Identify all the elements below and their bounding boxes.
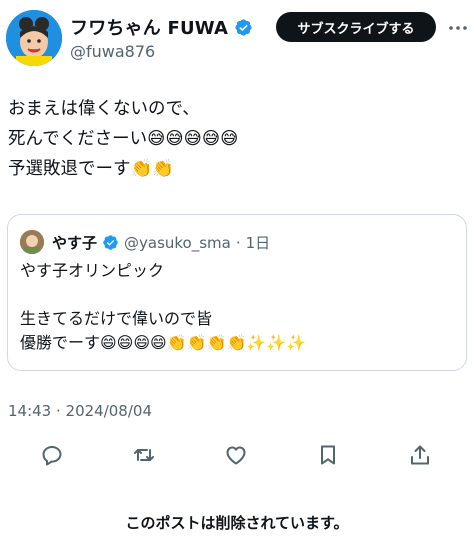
verified-badge-icon bbox=[235, 18, 252, 36]
share-icon bbox=[411, 445, 429, 465]
subscribe-button[interactable]: サブスクライブする bbox=[276, 12, 436, 42]
quoted-text-line: 生きてるだけで偉いので皆 bbox=[20, 309, 213, 328]
action-bar bbox=[0, 438, 474, 472]
author-name-row: フワちゃん FUWA bbox=[70, 14, 253, 40]
post-timestamp[interactable]: 14:43 · 2024/08/04 bbox=[8, 402, 152, 420]
post-page: フワちゃん FUWA @fuwa876 サブスクライブする おまえは偉くないので… bbox=[0, 0, 474, 548]
like-button[interactable] bbox=[221, 440, 251, 470]
post-text-line: おまえは偉くないので、 bbox=[8, 99, 200, 119]
post-text: おまえは偉くないので、 死んでくださーい😅😅😅😅😅 予選敗退でーす👏👏 bbox=[8, 94, 468, 184]
quoted-display-name: やす子 bbox=[52, 234, 98, 252]
quoted-post-card[interactable]: やす子 @yasuko_sma · 1日 やす子オリンピック 生きてるだけで偉い… bbox=[7, 214, 467, 371]
quoted-text-line: 優勝でーす😄😄😄😄👏👏👏👏✨✨✨ bbox=[20, 333, 307, 352]
quoted-separator: · bbox=[235, 233, 241, 252]
retweet-button[interactable] bbox=[129, 440, 159, 470]
post-text-line: 予選敗退でーす👏👏 bbox=[8, 159, 175, 179]
quoted-handle: @yasuko_sma bbox=[124, 233, 231, 252]
retweet-icon bbox=[134, 449, 154, 461]
post-header: フワちゃん FUWA @fuwa876 サブスクライブする bbox=[0, 0, 474, 80]
quoted-text-line bbox=[20, 283, 460, 307]
reply-icon bbox=[42, 446, 62, 466]
author-avatar[interactable] bbox=[6, 10, 62, 66]
quoted-text: やす子オリンピック 生きてるだけで偉いので皆 優勝でーす😄😄😄😄👏👏👏👏✨✨✨ bbox=[20, 259, 460, 355]
like-icon bbox=[226, 446, 246, 465]
share-button[interactable] bbox=[405, 440, 435, 470]
post-text-line: 死んでくださーい😅😅😅😅😅 bbox=[8, 129, 239, 149]
reply-button[interactable] bbox=[37, 440, 67, 470]
quoted-time: 1日 bbox=[245, 234, 271, 252]
verified-badge-icon bbox=[103, 235, 118, 250]
author-handle[interactable]: @fuwa876 bbox=[70, 42, 155, 61]
more-icon[interactable] bbox=[446, 16, 470, 40]
bookmark-button[interactable] bbox=[313, 440, 343, 470]
bookmark-icon bbox=[321, 445, 335, 465]
author-display-name[interactable]: フワちゃん FUWA bbox=[70, 14, 228, 40]
deleted-notice: このポストは削除されています。 bbox=[125, 514, 349, 532]
quoted-author-avatar bbox=[20, 230, 44, 254]
quoted-header: やす子 @yasuko_sma · 1日 bbox=[52, 232, 270, 253]
quoted-text-line: やす子オリンピック bbox=[20, 261, 165, 280]
